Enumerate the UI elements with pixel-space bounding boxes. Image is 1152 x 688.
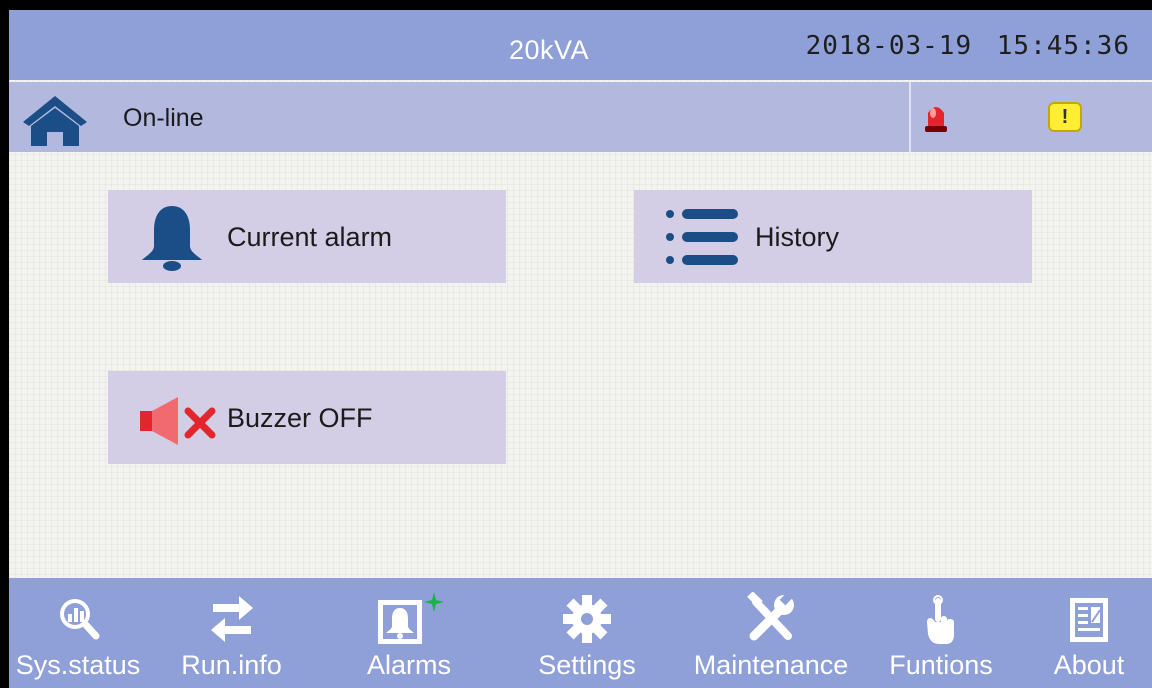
- nav-maintenance[interactable]: Maintenance: [681, 578, 861, 688]
- ups-screen: 20kVA 2018-03-19 15:45:36 On-line ! Curr…: [9, 10, 1152, 688]
- buzzer-off-label: Buzzer OFF: [227, 403, 373, 433]
- magnifier-chart-icon: [60, 599, 100, 640]
- nav-alarms-label: Alarms: [366, 650, 451, 680]
- time-text: 15:45:36: [996, 31, 1130, 61]
- alarm-bell-icon: [378, 592, 444, 644]
- nav-alarms[interactable]: Alarms: [354, 578, 464, 688]
- history-button[interactable]: History: [634, 190, 1032, 283]
- nav-functions[interactable]: Funtions: [881, 578, 1001, 688]
- red-beacon-icon[interactable]: [921, 99, 951, 135]
- nav-run-info-label: Run.info: [181, 650, 282, 680]
- nav-settings-label: Settings: [538, 650, 636, 680]
- list-icon: [666, 209, 738, 265]
- buzzer-off-button[interactable]: Buzzer OFF: [108, 371, 506, 464]
- hand-pointer-icon: [927, 595, 954, 644]
- swap-arrows-icon: [210, 596, 253, 642]
- current-alarm-button[interactable]: Current alarm: [108, 190, 506, 283]
- date-text: 2018-03-19: [805, 31, 973, 61]
- bottom-nav: Sys.status Run.info Alarms Settings Main…: [9, 578, 1152, 688]
- home-icon: [23, 96, 87, 146]
- wrench-screwdriver-icon: [747, 592, 794, 641]
- gear-icon: [563, 595, 611, 643]
- nav-settings[interactable]: Settings: [529, 578, 645, 688]
- nav-about-label: About: [1053, 650, 1125, 680]
- date-time: 2018-03-19 15:45:36: [798, 10, 1130, 80]
- title-bar: 20kVA 2018-03-19 15:45:36: [9, 10, 1152, 80]
- nav-sys-status[interactable]: Sys.status: [9, 578, 147, 688]
- nav-maintenance-label: Maintenance: [693, 650, 849, 680]
- speaker-muted-icon: [140, 397, 216, 445]
- status-divider: [909, 82, 911, 152]
- document-icon: [1070, 598, 1108, 642]
- home-button[interactable]: [9, 82, 101, 152]
- nav-about[interactable]: About: [1039, 578, 1139, 688]
- nav-run-info[interactable]: Run.info: [169, 578, 294, 688]
- device-model: 20kVA: [508, 35, 590, 65]
- history-label: History: [755, 222, 840, 252]
- nav-functions-label: Funtions: [889, 650, 993, 680]
- operating-state: On-line: [123, 104, 204, 132]
- bell-icon: [142, 206, 202, 271]
- nav-sys-status-label: Sys.status: [15, 650, 141, 680]
- status-bar: On-line !: [9, 82, 1152, 152]
- current-alarm-label: Current alarm: [227, 222, 393, 252]
- warning-badge-icon[interactable]: !: [1048, 102, 1082, 132]
